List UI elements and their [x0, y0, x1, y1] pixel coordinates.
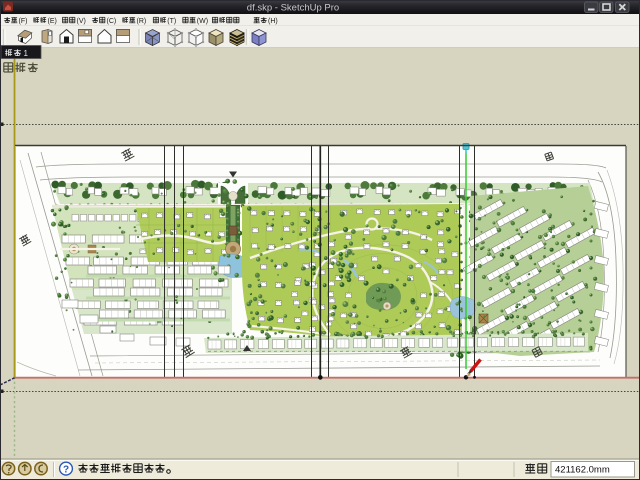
svg-text:(T): (T): [167, 18, 176, 25]
svg-text:(H): (H): [268, 18, 278, 25]
svg-text:(F): (F): [19, 18, 28, 25]
svg-text:(C): (C): [107, 18, 117, 25]
svg-text:df.skp - SketchUp Pro: df.skp - SketchUp Pro: [247, 3, 339, 14]
svg-text:421162.0mm: 421162.0mm: [555, 465, 610, 476]
svg-text:1: 1: [24, 49, 29, 58]
svg-text:(R): (R): [137, 18, 147, 25]
svg-text:(W): (W): [197, 18, 208, 25]
svg-text:(E): (E): [48, 18, 57, 25]
svg-text:?: ?: [63, 464, 69, 475]
svg-text:(V): (V): [77, 18, 86, 25]
